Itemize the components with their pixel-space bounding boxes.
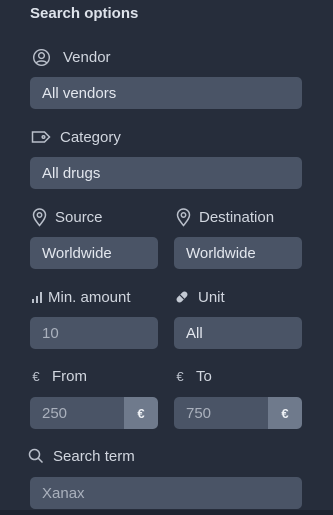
category-select[interactable]: All drugs: [30, 157, 302, 189]
source-label-row: Source: [31, 207, 103, 227]
price-to-label: To: [196, 368, 212, 385]
price-from-currency-addon: €: [124, 397, 158, 429]
user-circle-icon: [31, 47, 51, 67]
euro-icon: €: [32, 369, 40, 384]
vendor-label-row: Vendor: [31, 47, 111, 67]
tag-icon: [31, 127, 51, 147]
min-amount-label: Min. amount: [48, 288, 131, 306]
panel-title: Search options: [30, 5, 139, 22]
bar-chart-icon: [31, 288, 43, 306]
price-from-input[interactable]: 250: [30, 397, 124, 429]
source-label: Source: [55, 208, 103, 226]
price-from-label-row: € From: [30, 368, 87, 385]
unit-label: Unit: [198, 288, 225, 306]
pill-icon: [174, 288, 190, 306]
search-term-label: Search term: [53, 447, 135, 465]
price-from-label: From: [52, 368, 87, 385]
location-pin-icon: [175, 207, 191, 227]
price-to-input[interactable]: 750: [174, 397, 268, 429]
search-icon: [28, 447, 44, 465]
price-to-label-row: € To: [174, 368, 212, 385]
search-term-input[interactable]: Xanax: [30, 477, 302, 509]
category-label-row: Category: [31, 127, 121, 147]
location-pin-icon: [31, 207, 47, 227]
destination-select[interactable]: Worldwide: [174, 237, 302, 269]
unit-label-row: Unit: [174, 288, 225, 306]
unit-select[interactable]: All: [174, 317, 302, 349]
source-select[interactable]: Worldwide: [30, 237, 158, 269]
destination-label-row: Destination: [175, 207, 274, 227]
panel-bottom-divider: [0, 510, 333, 515]
vendor-select[interactable]: All vendors: [30, 77, 302, 109]
vendor-label: Vendor: [63, 48, 111, 66]
euro-icon: €: [176, 369, 184, 384]
min-amount-input[interactable]: 10: [30, 317, 158, 349]
category-label: Category: [60, 128, 121, 146]
destination-label: Destination: [199, 208, 275, 226]
price-to-currency-addon: €: [268, 397, 302, 429]
min-amount-label-row: Min. amount: [31, 288, 131, 306]
search-term-label-row: Search term: [28, 447, 135, 465]
